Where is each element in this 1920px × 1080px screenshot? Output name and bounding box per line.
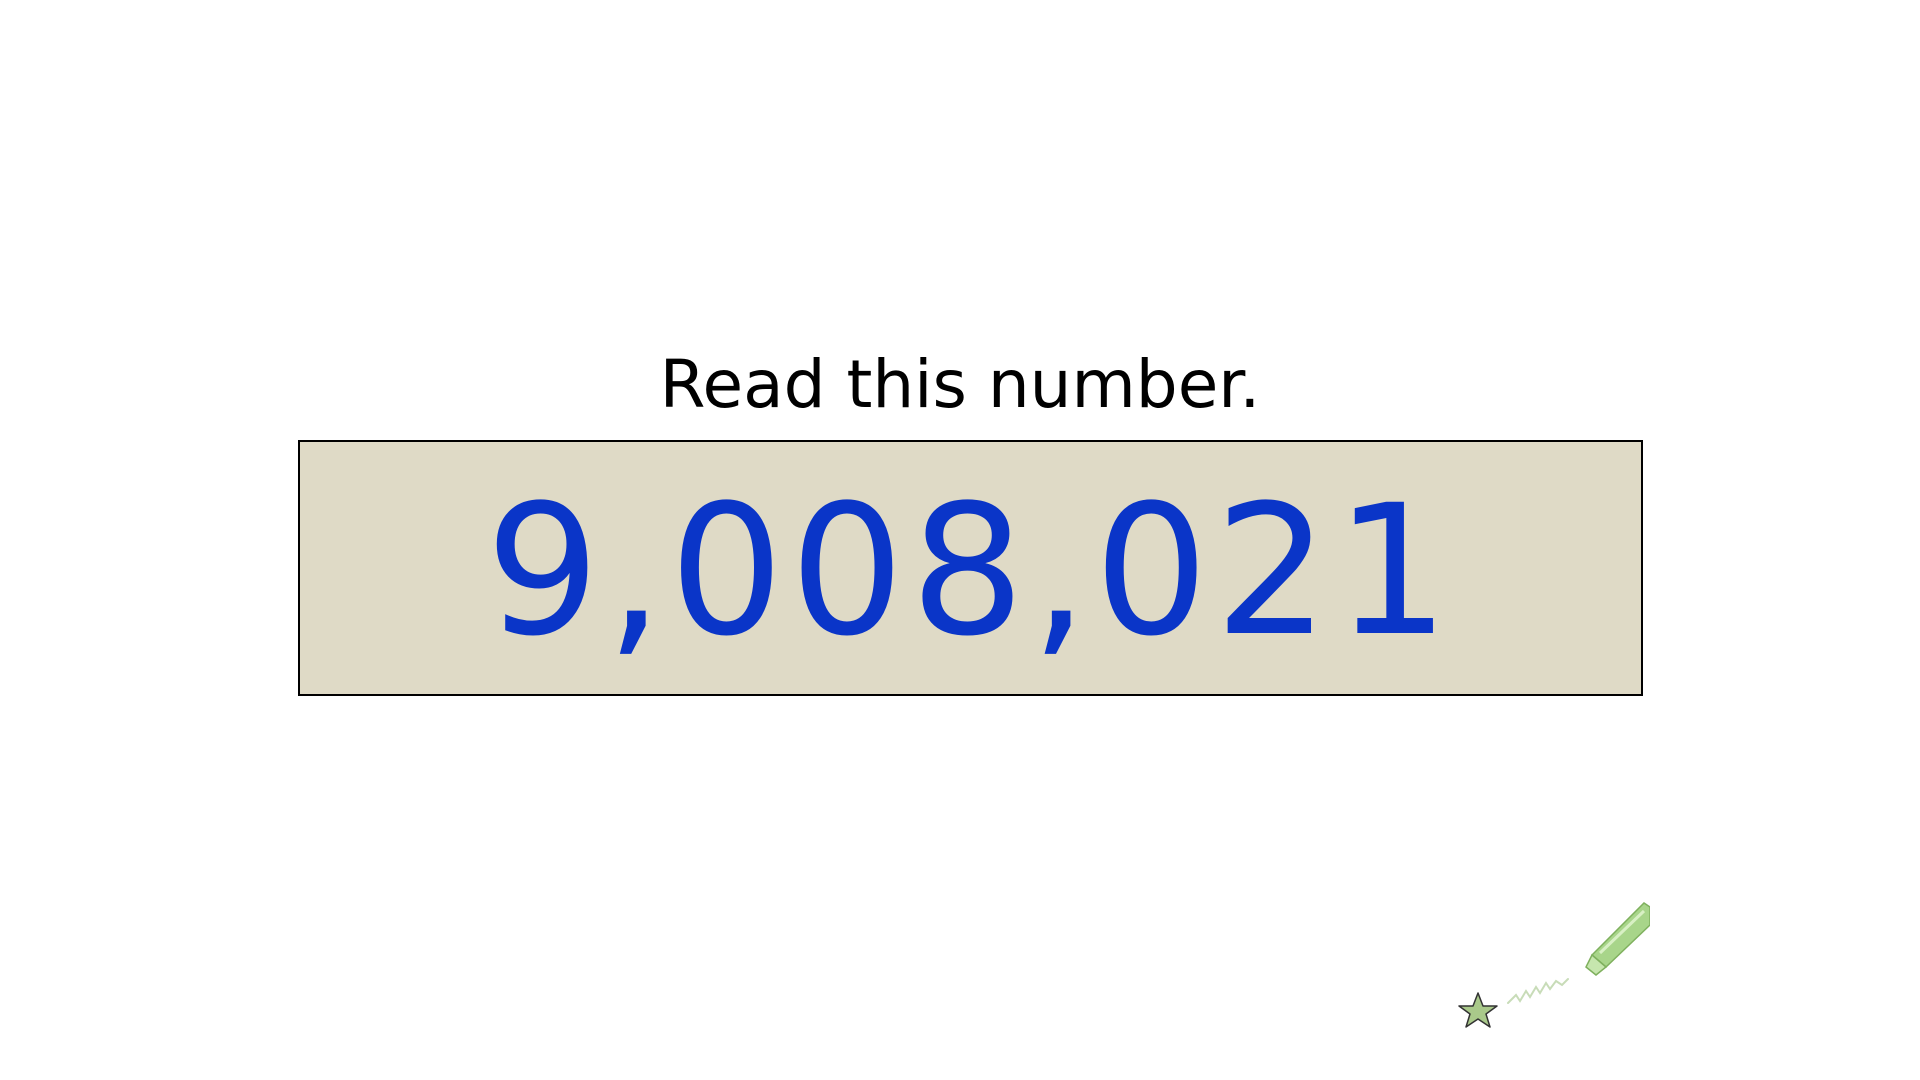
number-box: 9,008,021 xyxy=(298,440,1643,696)
scribble-trail xyxy=(1507,978,1569,1004)
highlighter-pen-icon xyxy=(1585,902,1650,976)
slide: Read this number. 9,008,021 xyxy=(0,0,1920,1080)
number-display: 9,008,021 xyxy=(485,467,1456,676)
prompt-text: Read this number. xyxy=(659,346,1261,423)
star-pen-decoration xyxy=(1458,902,1650,1028)
star-icon xyxy=(1458,992,1498,1028)
